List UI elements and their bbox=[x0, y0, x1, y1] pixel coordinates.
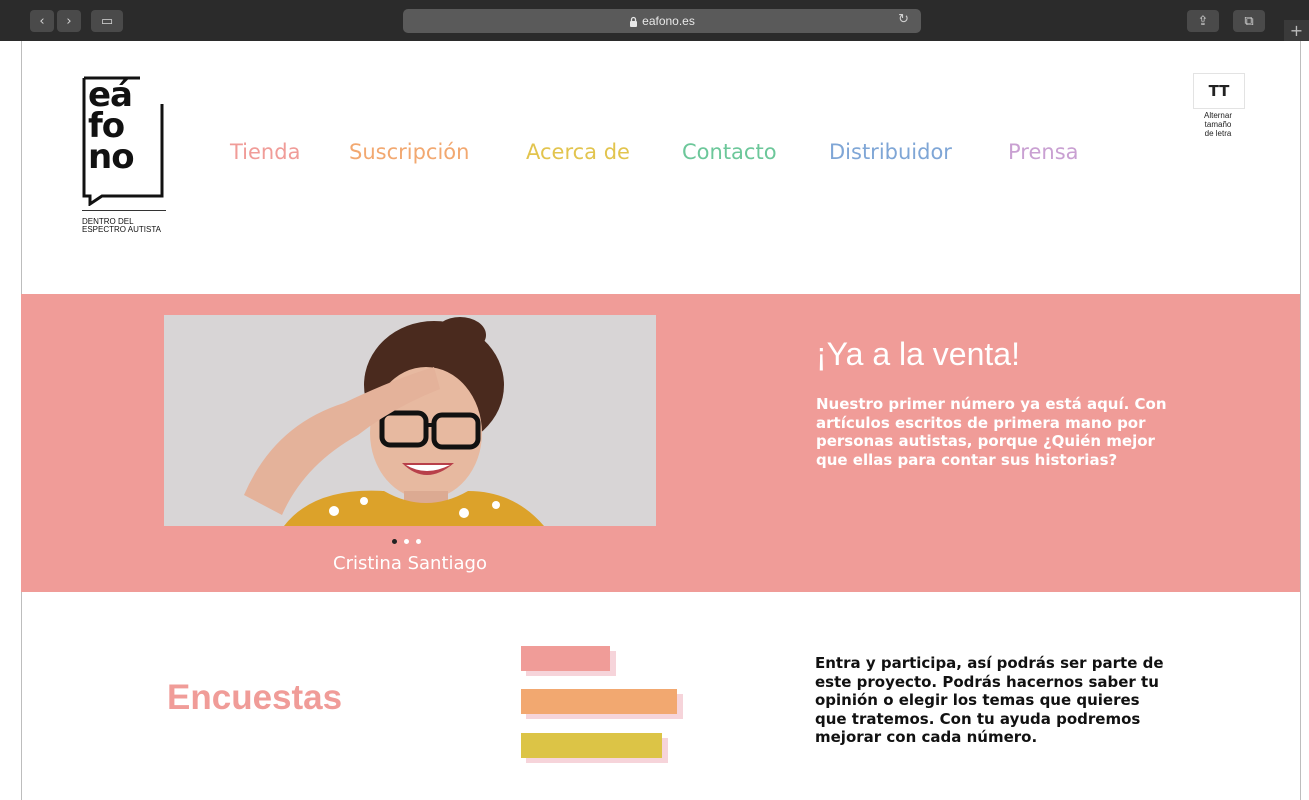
share-button[interactable]: ⇪ bbox=[1187, 10, 1219, 32]
nav-suscripcion[interactable]: Suscripción bbox=[349, 140, 469, 164]
url-text: eafono.es bbox=[642, 14, 695, 28]
logo-tagline: DENTRO DEL ESPECTRO AUTISTA bbox=[82, 218, 161, 234]
tabs-overview-button[interactable]: ⧉ bbox=[1233, 10, 1265, 32]
back-button[interactable]: ‹ bbox=[30, 10, 54, 32]
forward-button[interactable]: › bbox=[57, 10, 81, 32]
address-bar[interactable]: eafono.es ↻ bbox=[403, 9, 921, 33]
lock-icon bbox=[630, 16, 638, 27]
logo-divider bbox=[82, 210, 166, 211]
survey-bar-fill bbox=[521, 689, 677, 714]
hero-title: ¡Ya a la venta! bbox=[816, 336, 1020, 372]
font-size-toggle-label: Alternar tamaño de letra bbox=[1190, 111, 1246, 138]
share-icon: ⇪ bbox=[1197, 13, 1209, 29]
logo-wordmark: eá fo no bbox=[88, 78, 135, 177]
carousel-dot-2[interactable] bbox=[404, 539, 409, 544]
survey-bar-1 bbox=[521, 646, 616, 676]
surveys-description: Entra y participa, así podrás ser parte … bbox=[815, 654, 1164, 746]
site-logo[interactable]: eá fo no DENTRO DEL ESPECTRO AUTISTA bbox=[82, 74, 166, 236]
window-right-edge bbox=[1300, 41, 1309, 800]
back-icon: ‹ bbox=[39, 13, 45, 29]
carousel-dot-3[interactable] bbox=[416, 539, 421, 544]
reload-icon[interactable]: ↻ bbox=[898, 12, 909, 27]
carousel-indicators bbox=[392, 539, 421, 544]
sidebar-icon: ▭ bbox=[100, 13, 114, 29]
carousel-photo[interactable] bbox=[164, 315, 656, 526]
plus-icon: + bbox=[1289, 21, 1304, 40]
nav-contacto[interactable]: Contacto bbox=[682, 140, 777, 164]
nav-prensa[interactable]: Prensa bbox=[1008, 140, 1079, 164]
survey-bar-3 bbox=[521, 733, 668, 763]
nav-tienda[interactable]: Tienda bbox=[230, 140, 300, 164]
hero-description: Nuestro primer número ya está aquí. Con … bbox=[816, 395, 1176, 469]
window-left-edge bbox=[0, 41, 22, 800]
new-tab-button[interactable]: + bbox=[1284, 20, 1309, 41]
logo-tagline-2: ESPECTRO AUTISTA bbox=[82, 225, 161, 234]
surveys-title: Encuestas bbox=[167, 678, 343, 717]
font-toggle-label-line: Alternar bbox=[1203, 111, 1232, 120]
font-size-toggle-button[interactable]: TT bbox=[1193, 73, 1245, 109]
browser-toolbar: ‹ › ▭ eafono.es ↻ ⇪ ⧉ + bbox=[0, 0, 1309, 41]
carousel-dot-1[interactable] bbox=[392, 539, 397, 544]
portrait-illustration bbox=[164, 315, 656, 526]
survey-bar-fill bbox=[521, 733, 662, 758]
font-toggle-label-line: de letra bbox=[1204, 129, 1232, 138]
carousel-caption: Cristina Santiago bbox=[333, 553, 487, 574]
survey-bar-fill bbox=[521, 646, 610, 671]
font-toggle-label-line: tamaño bbox=[1204, 120, 1232, 129]
forward-icon: › bbox=[66, 13, 72, 29]
nav-acerca-de[interactable]: Acerca de bbox=[526, 140, 630, 164]
sidebar-toggle-button[interactable]: ▭ bbox=[91, 10, 123, 32]
tabs-icon: ⧉ bbox=[1244, 13, 1254, 29]
nav-distribuidor[interactable]: Distribuidor bbox=[829, 140, 952, 164]
survey-bar-2 bbox=[521, 689, 683, 719]
text-size-icon: TT bbox=[1208, 82, 1230, 100]
logo-line-3: no bbox=[88, 137, 135, 177]
